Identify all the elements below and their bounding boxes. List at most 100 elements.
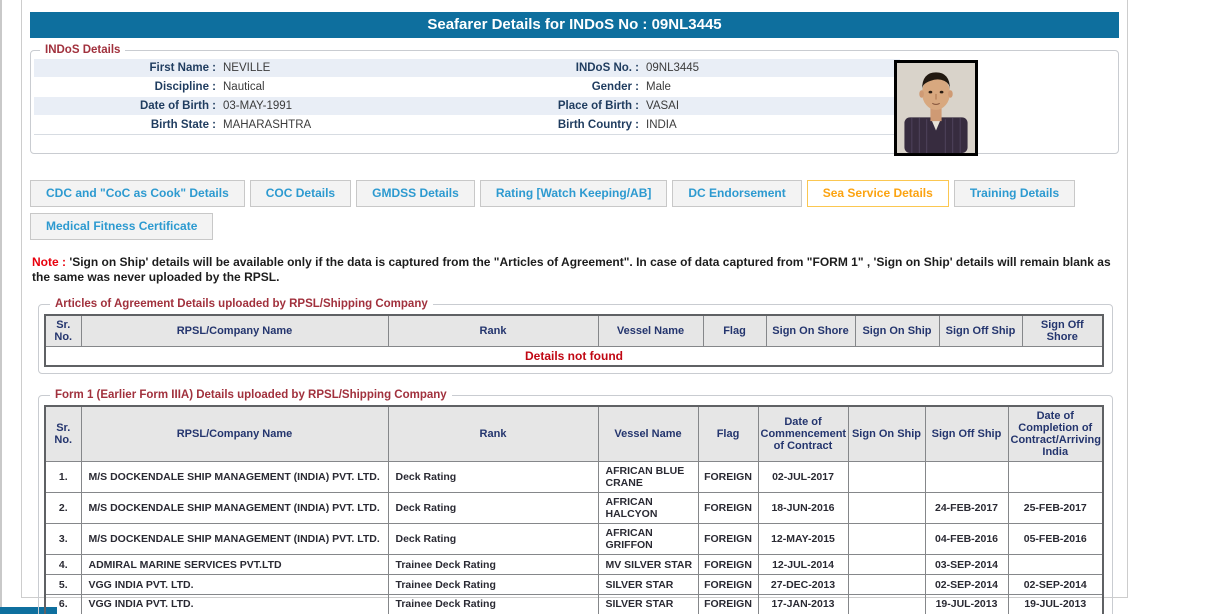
table-cell: 05-FEB-2016 bbox=[1008, 524, 1103, 555]
tab-sea-service-details[interactable]: Sea Service Details bbox=[807, 180, 949, 207]
table-cell bbox=[1008, 555, 1103, 575]
table-row: 3.M/S DOCKENDALE SHIP MANAGEMENT (INDIA)… bbox=[45, 524, 1103, 555]
table-cell: 19-JUL-2013 bbox=[1008, 595, 1103, 614]
indos-details-rows: First Name :NEVILLE INDoS No. :09NL3445 … bbox=[34, 59, 900, 135]
table-row: 5.VGG INDIA PVT. LTD.Trainee Deck Rating… bbox=[45, 575, 1103, 595]
table-cell: 02-SEP-2014 bbox=[925, 575, 1008, 595]
table-cell bbox=[848, 493, 925, 524]
table-cell: 24-FEB-2017 bbox=[925, 493, 1008, 524]
form1-header-row: Sr. No.RPSL/Company NameRankVessel NameF… bbox=[45, 406, 1103, 462]
field-label: Place of Birth : bbox=[499, 97, 639, 115]
column-header: RPSL/Company Name bbox=[81, 406, 388, 462]
details-not-found-message: Details not found bbox=[45, 347, 1103, 367]
articles-of-agreement-panel: Articles of Agreement Details uploaded b… bbox=[38, 298, 1113, 374]
tab-medical-fitness-certificate[interactable]: Medical Fitness Certificate bbox=[30, 213, 213, 240]
table-cell: M/S DOCKENDALE SHIP MANAGEMENT (INDIA) P… bbox=[81, 462, 388, 493]
table-cell: AFRICAN GRIFFON bbox=[598, 524, 698, 555]
table-cell: Deck Rating bbox=[388, 462, 598, 493]
indos-row: Birth State :MAHARASHTRA Birth Country :… bbox=[34, 116, 900, 135]
articles-of-agreement-table: Sr. No.RPSL/Company NameRankVessel NameF… bbox=[44, 314, 1104, 367]
tab-training-details[interactable]: Training Details bbox=[954, 180, 1075, 207]
indos-row: Date of Birth :03-MAY-1991 Place of Birt… bbox=[34, 97, 900, 116]
aoa-header-row: Sr. No.RPSL/Company NameRankVessel NameF… bbox=[45, 315, 1103, 347]
column-header: Sign Off Ship bbox=[939, 315, 1022, 347]
table-cell bbox=[925, 462, 1008, 493]
table-cell bbox=[1008, 462, 1103, 493]
table-cell: FOREIGN bbox=[698, 575, 758, 595]
tab-rating-watch-keeping-ab[interactable]: Rating [Watch Keeping/AB] bbox=[480, 180, 668, 207]
table-cell: FOREIGN bbox=[698, 555, 758, 575]
table-cell: SILVER STAR bbox=[598, 575, 698, 595]
field-value: VASAI bbox=[639, 97, 679, 115]
note-label: Note : bbox=[32, 255, 69, 269]
field-label: Birth State : bbox=[34, 116, 216, 134]
note-body: 'Sign on Ship' details will be available… bbox=[32, 255, 1111, 284]
table-cell: FOREIGN bbox=[698, 493, 758, 524]
form1-table-body: 1.M/S DOCKENDALE SHIP MANAGEMENT (INDIA)… bbox=[45, 462, 1103, 614]
form1-table: Sr. No.RPSL/Company NameRankVessel NameF… bbox=[44, 405, 1104, 614]
tab-gmdss-details[interactable]: GMDSS Details bbox=[356, 180, 475, 207]
table-cell bbox=[848, 524, 925, 555]
column-header: RPSL/Company Name bbox=[81, 315, 388, 347]
column-header: Flag bbox=[703, 315, 766, 347]
tab-cdc-and-coc-as-cook-details[interactable]: CDC and "CoC as Cook" Details bbox=[30, 180, 245, 207]
table-row: 4.ADMIRAL MARINE SERVICES PVT.LTDTrainee… bbox=[45, 555, 1103, 575]
field-label: First Name : bbox=[34, 59, 216, 77]
field-label: Birth Country : bbox=[499, 116, 639, 134]
table-cell bbox=[848, 575, 925, 595]
tab-coc-details[interactable]: COC Details bbox=[250, 180, 351, 207]
column-header: Sr. No. bbox=[45, 406, 81, 462]
articles-of-agreement-legend: Articles of Agreement Details uploaded b… bbox=[50, 298, 433, 310]
column-header: Date of Commencement of Contract bbox=[758, 406, 848, 462]
table-row: 2.M/S DOCKENDALE SHIP MANAGEMENT (INDIA)… bbox=[45, 493, 1103, 524]
table-cell: M/S DOCKENDALE SHIP MANAGEMENT (INDIA) P… bbox=[81, 493, 388, 524]
column-header: Rank bbox=[388, 315, 598, 347]
column-header: Rank bbox=[388, 406, 598, 462]
column-header: Sr. No. bbox=[45, 315, 81, 347]
tab-bar: CDC and "CoC as Cook" DetailsCOC Details… bbox=[30, 180, 1120, 240]
table-cell: AFRICAN HALCYON bbox=[598, 493, 698, 524]
table-cell: 12-JUL-2014 bbox=[758, 555, 848, 575]
note-text: Note : 'Sign on Ship' details will be av… bbox=[32, 255, 1117, 285]
table-cell: 19-JUL-2013 bbox=[925, 595, 1008, 614]
table-cell: VGG INDIA PVT. LTD. bbox=[81, 575, 388, 595]
table-cell: AFRICAN BLUE CRANE bbox=[598, 462, 698, 493]
page-container: Seafarer Details for INDoS No : 09NL3445… bbox=[21, 0, 1128, 598]
table-cell: 5. bbox=[45, 575, 81, 595]
page-title: Seafarer Details for INDoS No : 09NL3445 bbox=[30, 12, 1119, 38]
table-cell: 1. bbox=[45, 462, 81, 493]
field-value: Nautical bbox=[216, 78, 265, 96]
column-header: Sign Off Shore bbox=[1022, 315, 1103, 347]
table-cell bbox=[848, 595, 925, 614]
column-header: Vessel Name bbox=[598, 406, 698, 462]
table-cell: Deck Rating bbox=[388, 493, 598, 524]
table-cell: Trainee Deck Rating bbox=[388, 555, 598, 575]
indos-row: Discipline :Nautical Gender :Male bbox=[34, 78, 900, 97]
column-header: Date of Completion of Contract/Arriving … bbox=[1008, 406, 1103, 462]
field-label: Gender : bbox=[499, 78, 639, 96]
table-row: 6.VGG INDIA PVT. LTD.Trainee Deck Rating… bbox=[45, 595, 1103, 614]
field-label: Date of Birth : bbox=[34, 97, 216, 115]
indos-details-panel: INDoS Details First Name :NEVILLE INDoS … bbox=[30, 44, 1119, 154]
column-header: Sign Off Ship bbox=[925, 406, 1008, 462]
table-cell: Trainee Deck Rating bbox=[388, 595, 598, 614]
indos-row: First Name :NEVILLE INDoS No. :09NL3445 bbox=[34, 59, 900, 78]
tab-dc-endorsement[interactable]: DC Endorsement bbox=[672, 180, 801, 207]
form1-legend: Form 1 (Earlier Form IIIA) Details uploa… bbox=[50, 389, 452, 401]
field-value: 09NL3445 bbox=[639, 59, 699, 77]
table-cell: 6. bbox=[45, 595, 81, 614]
aoa-empty-row: Details not found bbox=[45, 347, 1103, 367]
table-cell: 4. bbox=[45, 555, 81, 575]
table-cell: ADMIRAL MARINE SERVICES PVT.LTD bbox=[81, 555, 388, 575]
column-header: Sign On Shore bbox=[766, 315, 855, 347]
field-value: Male bbox=[639, 78, 671, 96]
table-cell: Trainee Deck Rating bbox=[388, 575, 598, 595]
field-label: INDoS No. : bbox=[499, 59, 639, 77]
table-cell: 03-SEP-2014 bbox=[925, 555, 1008, 575]
table-cell bbox=[848, 555, 925, 575]
table-cell: 27-DEC-2013 bbox=[758, 575, 848, 595]
table-cell bbox=[848, 462, 925, 493]
column-header: Sign On Ship bbox=[855, 315, 939, 347]
table-cell: FOREIGN bbox=[698, 462, 758, 493]
table-cell: 04-FEB-2016 bbox=[925, 524, 1008, 555]
